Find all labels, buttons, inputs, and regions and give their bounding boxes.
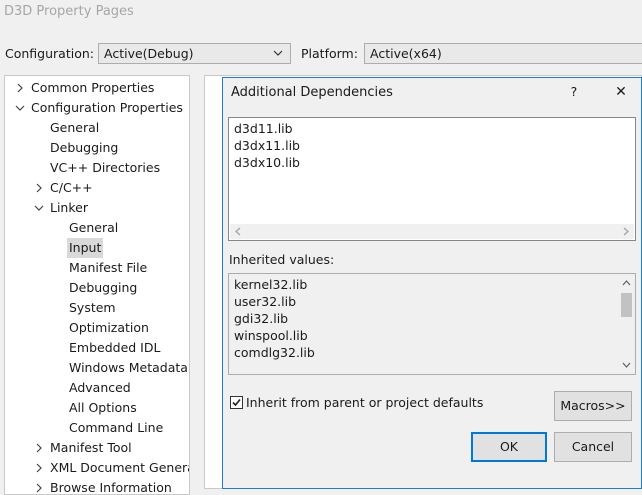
tree-item-label: General (50, 120, 100, 135)
tree-item-label: Common Properties (31, 80, 155, 95)
inherit-checkbox[interactable] (230, 396, 243, 409)
scroll-down-icon[interactable] (622, 361, 631, 369)
configuration-value: Active(Debug) (104, 46, 194, 61)
tree-item-label: Manifest File (69, 260, 148, 275)
inherited-value-item[interactable]: winspool.lib (234, 327, 308, 344)
chevron-right-icon[interactable] (34, 463, 44, 473)
chevron-down-icon[interactable] (15, 103, 25, 113)
platform-label: Platform: (301, 46, 358, 61)
tree-item-label: General (69, 220, 119, 235)
tree-item-label: XML Document Generat (50, 460, 190, 475)
tree-item-label: All Options (69, 400, 137, 415)
horizontal-scrollbar[interactable] (230, 224, 634, 239)
inherited-value-item[interactable]: gdi32.lib (234, 310, 288, 327)
inherited-value-item[interactable]: kernel32.lib (234, 276, 307, 293)
tree-item-label: Input (67, 238, 104, 258)
cancel-button[interactable]: Cancel (554, 432, 632, 462)
tree-item-label: Optimization (69, 320, 149, 335)
configuration-label: Configuration: (5, 46, 94, 61)
inherited-value-item[interactable]: user32.lib (234, 293, 296, 310)
chevron-right-icon[interactable] (34, 483, 44, 493)
chevron-down-icon (273, 50, 283, 56)
configuration-dropdown[interactable]: Active(Debug) (98, 43, 291, 64)
ok-button[interactable]: OK (471, 432, 547, 462)
inherit-checkbox-label[interactable]: Inherit from parent or project defaults (246, 395, 483, 410)
chevron-right-icon[interactable] (34, 183, 44, 193)
tree-item-label: Debugging (69, 280, 138, 295)
dependency-line[interactable]: d3dx11.lib (234, 137, 300, 154)
tree-item-label: Embedded IDL (69, 340, 161, 355)
checkmark-icon (232, 398, 241, 407)
inherited-values-list[interactable]: kernel32.lib user32.lib gdi32.lib winspool.… (228, 273, 636, 375)
scroll-right-icon[interactable] (622, 227, 630, 236)
chevron-right-icon[interactable] (34, 443, 44, 453)
platform-dropdown[interactable]: Active(x64) (364, 43, 642, 64)
macros-button[interactable]: Macros>> (554, 391, 632, 421)
tree-item-label: Browse Information (50, 480, 172, 495)
platform-value: Active(x64) (370, 46, 442, 61)
dependency-line[interactable]: d3dx10.lib (234, 154, 300, 171)
close-icon: ✕ (615, 84, 627, 100)
tree-item-label: VC++ Directories (50, 160, 161, 175)
scroll-up-icon[interactable] (622, 279, 631, 287)
scrollbar-thumb[interactable] (621, 293, 632, 317)
dependency-line[interactable]: d3d11.lib (234, 120, 293, 137)
property-tree[interactable]: Common Properties Configuration Propertie… (4, 75, 190, 495)
tree-item-label: Linker (50, 200, 88, 215)
help-icon: ? (570, 84, 578, 99)
vertical-scrollbar[interactable] (619, 275, 634, 373)
tree-item-label: Configuration Properties (31, 100, 183, 115)
tree-item-label: C/C++ (50, 180, 93, 195)
chevron-right-icon[interactable] (15, 83, 25, 93)
dialog-title: Additional Dependencies (231, 85, 393, 100)
window-title: D3D Property Pages (4, 4, 134, 19)
dependencies-textbox[interactable]: d3d11.lib d3dx11.lib d3dx10.lib (228, 117, 636, 241)
tree-item-label: Manifest Tool (50, 440, 132, 455)
tree-item-label: Debugging (50, 140, 119, 155)
additional-dependencies-dialog: Additional Dependencies ? ✕ d3d11.lib d3d… (222, 77, 642, 489)
tree-item-label: Advanced (69, 380, 131, 395)
chevron-down-icon[interactable] (34, 203, 44, 213)
tree-item-label: Windows Metadata (69, 360, 188, 375)
inherited-values-label: Inherited values: (229, 252, 335, 267)
close-button[interactable]: ✕ (606, 78, 636, 106)
inherited-value-item[interactable]: comdlg32.lib (234, 344, 315, 361)
help-button[interactable]: ? (559, 78, 589, 106)
tree-item-label: Command Line (69, 420, 164, 435)
tree-item-label: System (69, 300, 116, 315)
scroll-left-icon[interactable] (234, 227, 242, 236)
